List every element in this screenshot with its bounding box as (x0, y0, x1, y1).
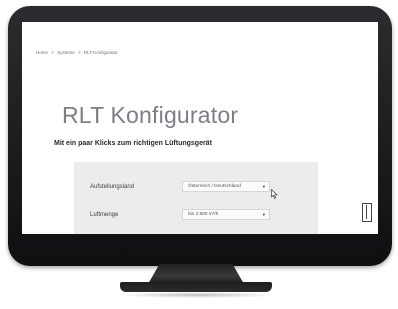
luftmenge-select[interactable]: bis 2.800 m³/h ▾ (182, 209, 270, 220)
door-icon (362, 203, 372, 222)
mouse-pointer-icon (271, 189, 278, 199)
caret-down-icon: ▾ (262, 184, 265, 189)
luftmenge-select-value: bis 2.800 m³/h (188, 212, 219, 217)
monitor-shadow (118, 292, 278, 298)
configurator-form-panel: Aufstellungsland Österreich / Deutschlan… (74, 162, 318, 234)
page-subtitle: Mit ein paar Klicks zum richtigen Lüftun… (54, 140, 212, 147)
breadcrumb-item-current: RLT-Konfigurator (83, 50, 118, 55)
breadcrumb: Home > Systeme > RLT-Konfigurator (36, 50, 120, 55)
form-label-luftmenge: Luftmenge (90, 212, 119, 218)
breadcrumb-item-systeme[interactable]: Systeme (57, 50, 75, 55)
caret-down-icon: ▾ (262, 212, 265, 217)
aufstellungsland-select-value: Österreich / Deutschland (188, 184, 241, 189)
monitor-stand-base (120, 282, 272, 292)
monitor-screen: Home > Systeme > RLT-Konfigurator RLT Ko… (22, 22, 378, 234)
breadcrumb-separator: > (51, 50, 54, 55)
form-label-aufstellungsland: Aufstellungsland (90, 184, 135, 190)
page-title: RLT Konfigurator (62, 102, 239, 128)
breadcrumb-separator: > (77, 50, 81, 55)
aufstellungsland-select[interactable]: Österreich / Deutschland ▾ (182, 181, 270, 192)
breadcrumb-item-home[interactable]: Home (36, 50, 48, 55)
monitor-stand-neck (148, 264, 244, 284)
